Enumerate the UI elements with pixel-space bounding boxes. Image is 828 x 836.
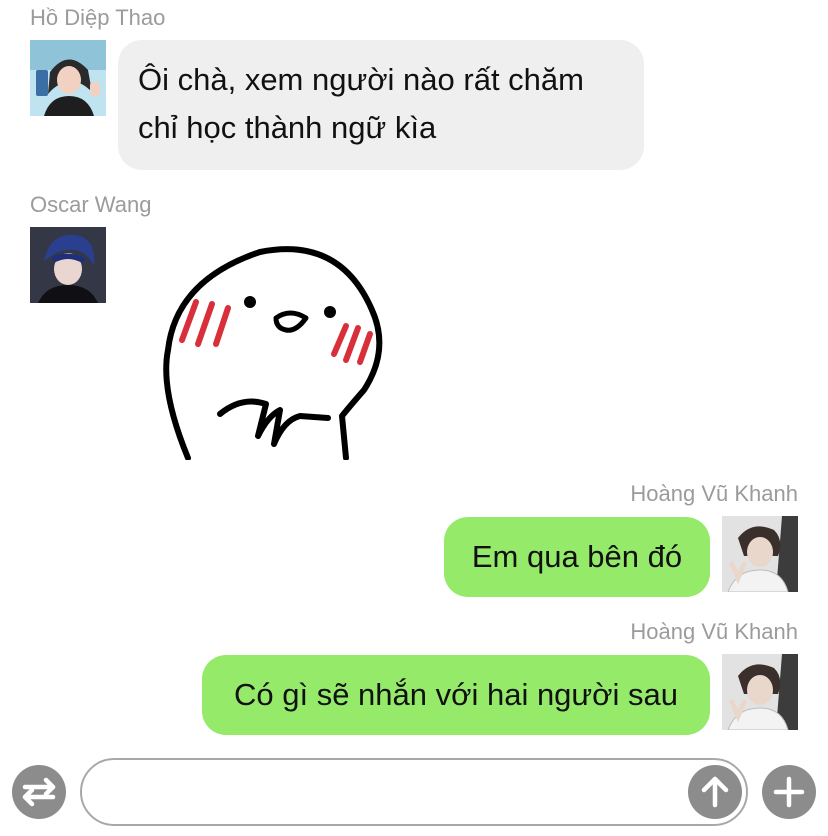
avatar[interactable]: [722, 654, 798, 730]
sender-name: Oscar Wang: [30, 192, 152, 217]
add-button[interactable]: [762, 765, 816, 819]
message-input[interactable]: [80, 758, 748, 826]
message-bubble[interactable]: Ôi chà, xem người nào rất chăm chỉ học t…: [118, 40, 644, 170]
chat-window: Hồ Diệp Thao Ôi chà, xem người nào rất c…: [0, 0, 828, 836]
arrow-up-icon: [701, 776, 729, 808]
avatar[interactable]: [722, 516, 798, 592]
message-bubble[interactable]: Em qua bên đó: [444, 517, 710, 597]
avatar[interactable]: [30, 227, 106, 303]
avatar[interactable]: [30, 40, 106, 116]
send-button[interactable]: [688, 765, 742, 819]
sender-name: Hoàng Vũ Khanh: [630, 481, 798, 506]
sender-name: Hồ Diệp Thao: [30, 5, 166, 30]
message-bubble[interactable]: Có gì sẽ nhắn với hai người sau: [202, 655, 710, 735]
plus-icon: [773, 776, 805, 808]
sender-name: Hoàng Vũ Khanh: [630, 619, 798, 644]
sticker[interactable]: [150, 240, 390, 461]
input-bar: [0, 750, 828, 836]
swap-arrows-icon[interactable]: [12, 765, 66, 819]
